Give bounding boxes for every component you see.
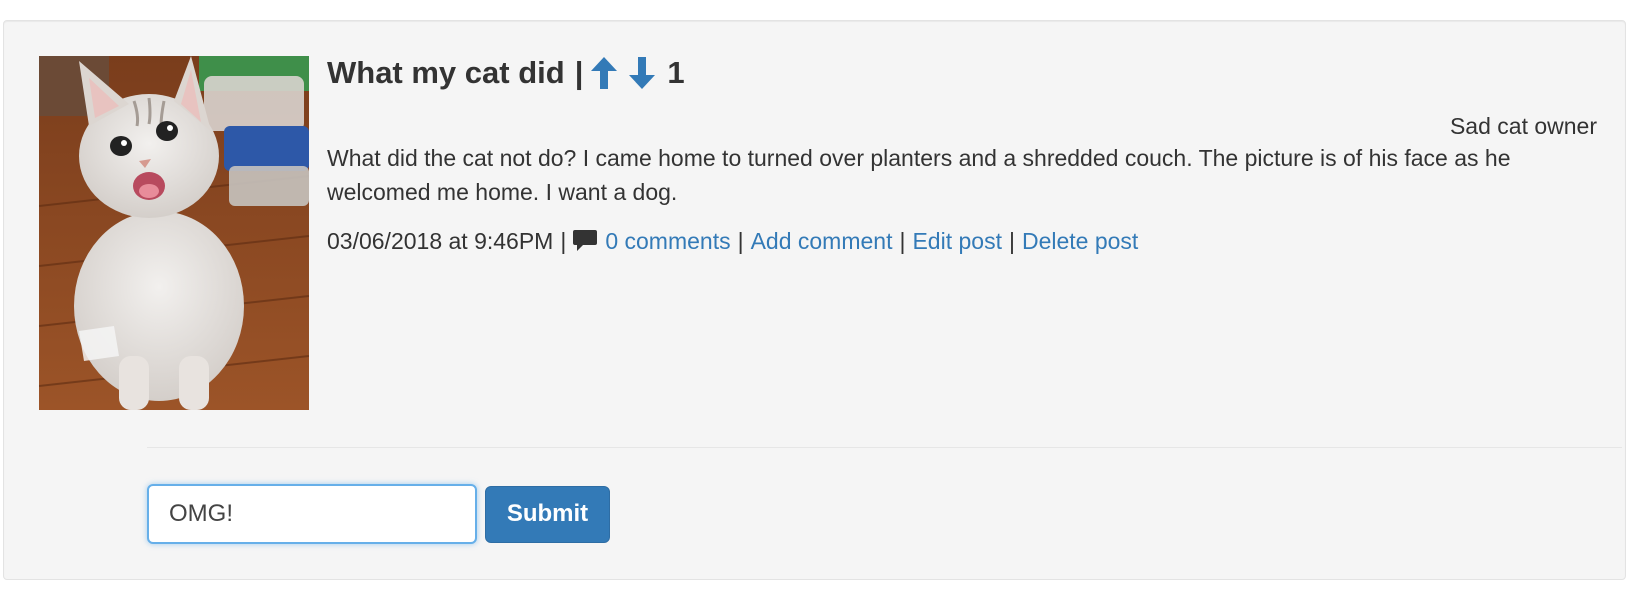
meta-separator: | xyxy=(899,228,906,254)
arrow-up-icon xyxy=(591,57,618,89)
post-timestamp: 03/06/2018 at 9:46PM xyxy=(327,228,554,254)
post-card: What my cat did | 1 Sad cat owner What d… xyxy=(3,20,1626,580)
post-title: What my cat did xyxy=(327,55,565,90)
comments-link[interactable]: 0 comments xyxy=(605,225,730,257)
comment-input[interactable] xyxy=(147,484,477,544)
post-content: What did the cat not do? I came home to … xyxy=(327,145,1511,205)
comment-form: Submit xyxy=(147,484,610,544)
title-separator: | xyxy=(574,55,584,90)
divider xyxy=(147,447,1622,448)
downvote-button[interactable] xyxy=(629,57,656,89)
comment-icon xyxy=(573,230,598,252)
post-author: Sad cat owner xyxy=(1449,113,1597,139)
arrow-down-icon xyxy=(629,57,656,89)
post-meta: 03/06/2018 at 9:46PM | 0 comments | Add … xyxy=(327,225,1597,257)
submit-button[interactable]: Submit xyxy=(485,485,610,543)
meta-separator: | xyxy=(737,228,744,254)
add-comment-link[interactable]: Add comment xyxy=(751,225,893,257)
meta-separator: | xyxy=(560,228,567,254)
meta-separator: | xyxy=(1008,228,1015,254)
post-body: What my cat did | 1 Sad cat owner What d… xyxy=(327,51,1597,257)
vote-score: 1 xyxy=(667,55,685,90)
edit-post-link[interactable]: Edit post xyxy=(912,225,1002,257)
upvote-button[interactable] xyxy=(591,57,618,89)
post-image xyxy=(39,56,309,410)
delete-post-link[interactable]: Delete post xyxy=(1022,225,1138,257)
post-title-row: What my cat did | 1 xyxy=(327,51,1597,95)
